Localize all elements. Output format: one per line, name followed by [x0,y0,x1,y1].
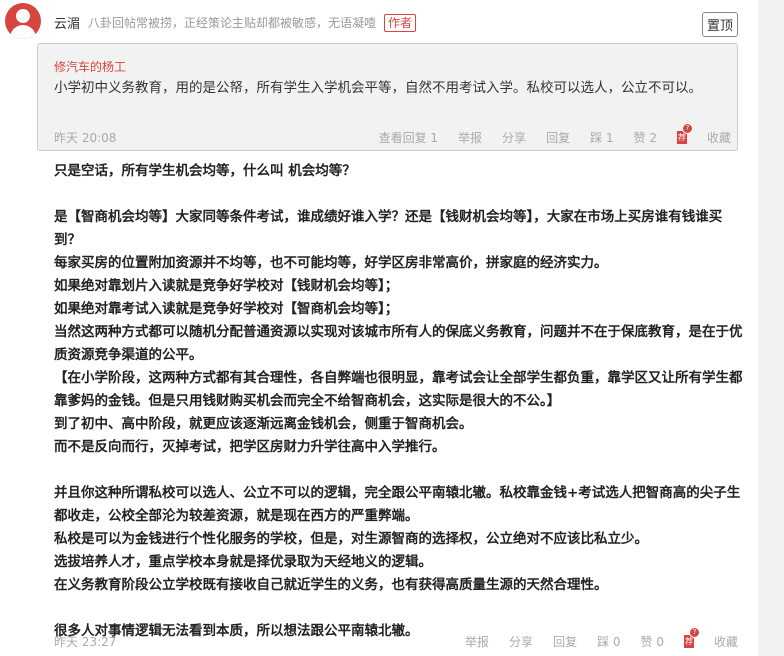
user-signature: 八卦回帖常被捞，正经策论主贴却都被敏感，无语凝噎 [88,16,377,30]
body-paragraph: 当然这两种方式都可以随机分配普通资源以实现对该城市所有人的保底义务教育，问题并不… [54,324,743,363]
pin-button[interactable]: 置顶 [702,12,739,37]
reply-button[interactable]: 回复 [546,129,570,146]
quote-text: 小学初中义务教育，用的是公帑，所有学生入学机会平等，自然不用考试入学。私校可以选… [54,80,702,96]
post-header: 云湄 八卦回帖常被捞，正经策论主贴却都被敏感，无语凝噎 作者 [54,13,417,32]
quoted-reply: 修汽车的杨工 小学初中义务教育，用的是公帑，所有学生入学机会平等，自然不用考试入… [37,43,738,151]
body-paragraph: 【在小学阶段，这两种方式都有其合理性，各自弊端也很明显，靠考试会让全部学生都负重… [54,370,743,409]
recommend-icon[interactable]: 荐? [676,122,693,144]
quote-time: 昨天 20:08 [54,130,117,145]
post-action-bar: 昨天 23:27 举报 分享 回复 踩 0 赞 0 荐? 收藏 [54,626,738,650]
right-gutter [758,0,784,656]
body-paragraph: 选拔培养人才，重点学校本身就是择优录取为天经地义的逻辑。 [54,554,432,570]
avatar[interactable] [5,3,41,39]
recommend-label: 荐 [684,636,693,646]
report-button[interactable]: 举报 [458,129,482,146]
body-paragraph: 只是空话，所有学生机会均等，什么叫 机会均等？ [54,163,356,179]
reply-button[interactable]: 回复 [553,633,577,650]
recommend-icon[interactable]: 荐? [683,626,700,648]
body-paragraph: 而不是反向而行，灭掉考试，把学区房财力升学往高中入学推行。 [54,439,446,455]
body-paragraph: 是【智商机会均等】大家同等条件考试，谁成绩好谁入学？还是【钱财机会均等】，大家在… [54,209,723,248]
like-button[interactable]: 赞 2 [634,129,657,146]
share-button[interactable]: 分享 [509,633,533,650]
username[interactable]: 云湄 [54,13,80,32]
body-paragraph: 在义务教育阶段公立学校既有接收自己就近学生的义务，也有获得高质量生源的天然合理性… [54,577,608,593]
body-paragraph: 如果绝对靠考试入读就是竞争好学校对【智商机会均等】； [54,301,399,317]
dislike-button[interactable]: 踩 0 [597,633,620,650]
body-paragraph: 每家买房的位置附加资源并不均等，也不可能均等，好学区房非常高价，拼家庭的经济实力… [54,255,608,271]
collect-button[interactable]: 收藏 [707,129,731,146]
quote-action-bar: 昨天 20:08 查看回复 1 举报 分享 回复 踩 1 赞 2 荐? 收藏 [54,122,731,146]
share-button[interactable]: 分享 [502,129,526,146]
quote-author[interactable]: 修汽车的杨工 [54,58,126,75]
author-badge: 作者 [384,13,417,32]
like-button[interactable]: 赞 0 [641,633,664,650]
report-button[interactable]: 举报 [465,633,489,650]
post-body: 只是空话，所有学生机会均等，什么叫 机会均等？ 是【智商机会均等】大家同等条件考试… [54,160,744,643]
dislike-button[interactable]: 踩 1 [590,129,613,146]
body-paragraph: 到了初中、高中阶段，就更应该逐渐远离金钱机会，侧重于智商机会。 [54,416,473,432]
body-paragraph: 如果绝对靠划片入读就是竞争好学校对【钱财机会均等】； [54,278,399,294]
body-paragraph: 并且你这种所谓私校可以选人、公立不可以的逻辑，完全跟公平南辕北辙。私校靠金钱+考… [54,485,741,524]
view-replies-button[interactable]: 查看回复 1 [379,129,438,146]
collect-button[interactable]: 收藏 [714,633,738,650]
recommend-label: 荐 [677,132,686,142]
body-paragraph: 私校是可以为金钱进行个性化服务的学校，但是，对生源智商的选择权，公立绝对不应该比… [54,531,648,547]
post-time: 昨天 23:27 [54,634,117,649]
